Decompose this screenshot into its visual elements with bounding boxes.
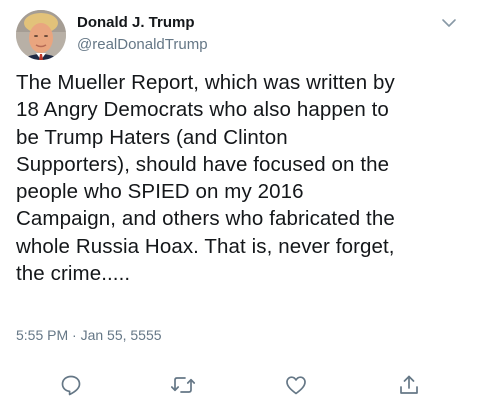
display-name[interactable]: Donald J. Trump bbox=[77, 14, 195, 31]
reply-icon bbox=[61, 375, 81, 396]
tweet-timestamp[interactable]: 5:55 PM · Jan 55, 5555 bbox=[16, 327, 162, 343]
retweet-icon bbox=[170, 377, 196, 393]
reply-button[interactable] bbox=[58, 372, 84, 398]
like-button[interactable] bbox=[283, 372, 309, 398]
heart-icon bbox=[286, 376, 306, 395]
share-button[interactable] bbox=[396, 372, 422, 398]
tweet-card: Donald J. Trump @realDonaldTrump The Mue… bbox=[0, 0, 480, 410]
tweet-text: The Mueller Report, which was written by… bbox=[16, 71, 395, 286]
user-handle[interactable]: @realDonaldTrump bbox=[77, 36, 208, 53]
share-icon bbox=[400, 375, 418, 394]
avatar-image bbox=[16, 10, 66, 60]
chevron-down-icon[interactable] bbox=[438, 14, 460, 32]
retweet-button[interactable] bbox=[170, 372, 196, 398]
avatar[interactable] bbox=[16, 10, 66, 60]
tweet-actions bbox=[0, 370, 480, 400]
